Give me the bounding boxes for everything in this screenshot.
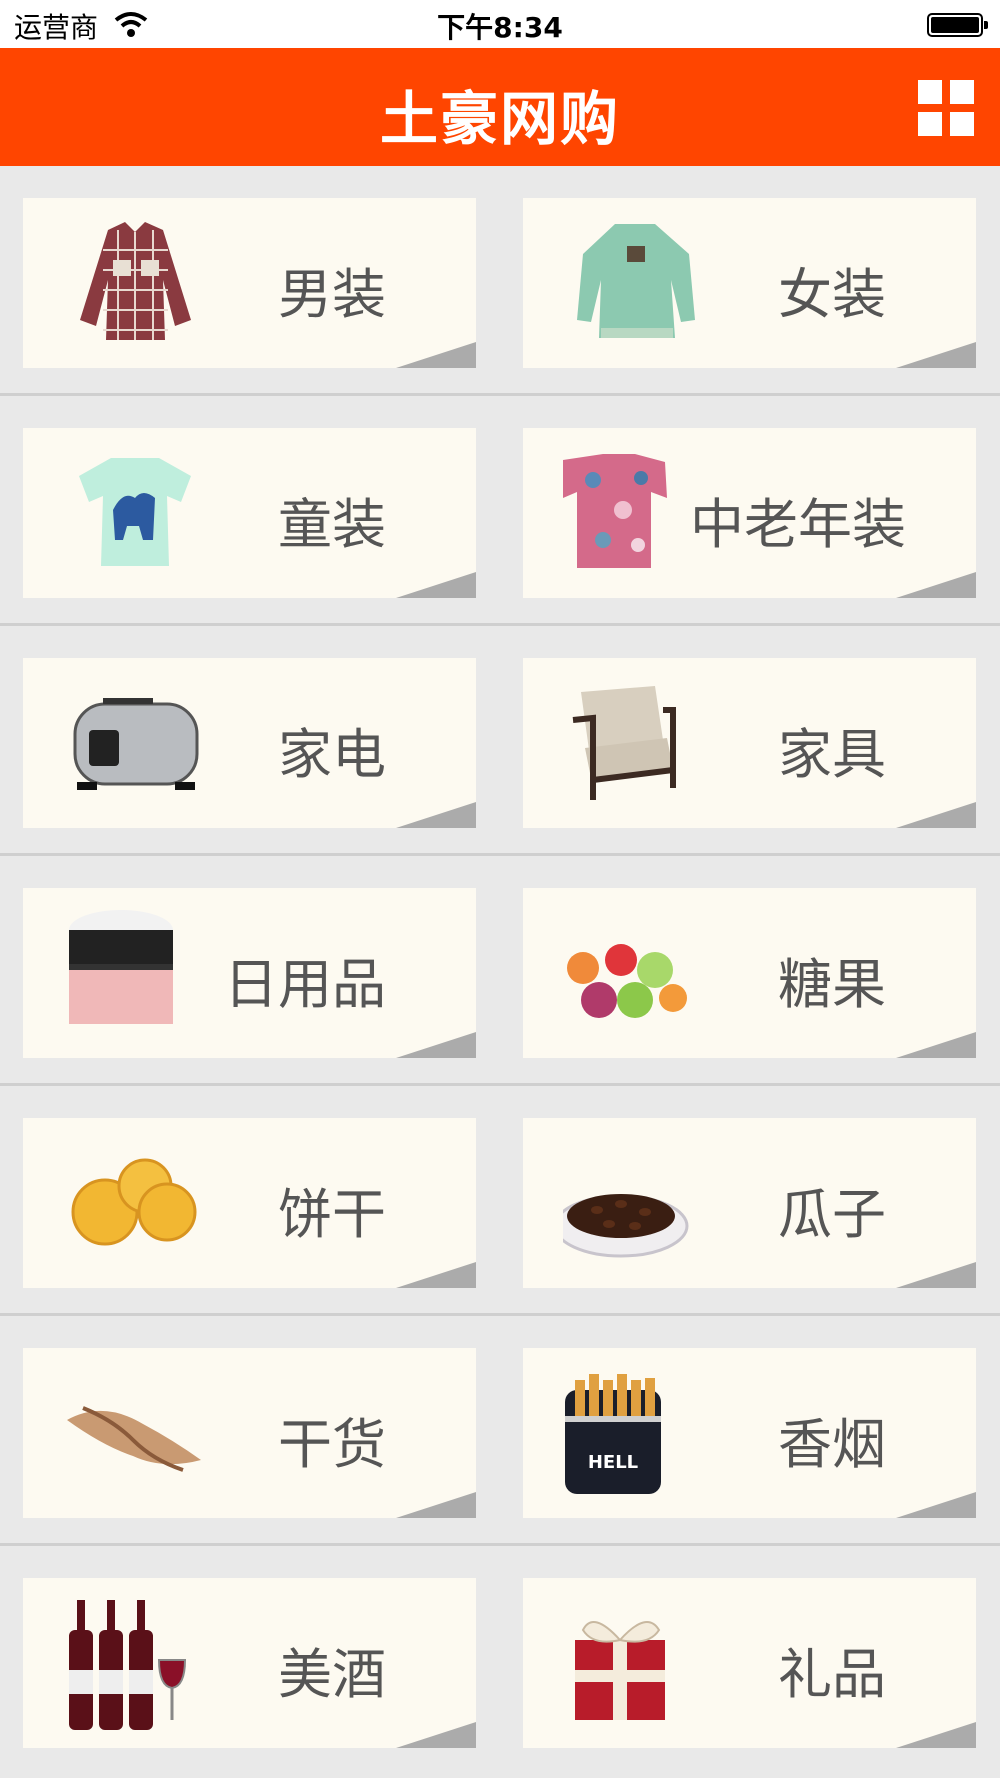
page-curl	[896, 802, 976, 828]
gummy-candy-icon	[567, 944, 687, 1018]
page-curl	[896, 1032, 976, 1058]
page-curl	[396, 342, 476, 368]
armchair-icon	[572, 686, 676, 800]
page-curl	[896, 1492, 976, 1518]
page-curl	[896, 572, 976, 598]
page-curl	[896, 1722, 976, 1748]
category-label: 礼品	[778, 1643, 886, 1706]
category-label: 饼干	[278, 1183, 386, 1246]
dried-fish-icon	[67, 1406, 201, 1472]
category-label: 糖果	[778, 953, 886, 1016]
womens-top-icon	[577, 224, 695, 338]
category-card-seeds[interactable]: 瓜子	[523, 1118, 976, 1288]
category-label: 瓜子	[778, 1183, 886, 1246]
cigarette-pack-icon: HELL	[565, 1374, 661, 1494]
category-row: 男装 女装	[0, 166, 1000, 396]
page-curl	[396, 572, 476, 598]
category-label: 中老年装	[690, 493, 906, 556]
category-card-cigarettes[interactable]: HELL 香烟	[523, 1348, 976, 1518]
category-card-appliances[interactable]: 家电	[23, 658, 476, 828]
page-curl	[396, 1492, 476, 1518]
category-card-kids-clothing[interactable]: 童装	[23, 428, 476, 598]
status-time: 下午8:34	[437, 11, 563, 44]
kids-tshirt-icon	[79, 458, 191, 566]
toaster-icon	[73, 698, 199, 790]
category-label: 干货	[278, 1413, 386, 1476]
status-bar: 运营商 下午8:34	[0, 0, 1000, 48]
category-card-womens-clothing[interactable]: 女装	[523, 198, 976, 368]
category-card-mens-clothing[interactable]: 男装	[23, 198, 476, 368]
shirt-icon	[80, 222, 191, 340]
page-curl	[396, 802, 476, 828]
svg-text:HELL: HELL	[588, 1452, 638, 1473]
gift-box-icon	[575, 1621, 665, 1720]
category-label: 日用品	[224, 953, 386, 1016]
category-card-daily-goods[interactable]: 日用品	[23, 888, 476, 1058]
floral-blouse-icon	[563, 454, 667, 568]
category-row: 童装 中老年装	[0, 396, 1000, 626]
wine-bottles-icon	[69, 1600, 187, 1730]
page-curl	[396, 1032, 476, 1058]
page-curl	[396, 1262, 476, 1288]
category-row: 美酒 礼品	[0, 1546, 1000, 1776]
page-curl	[896, 1262, 976, 1288]
app-header: 土豪网购	[0, 48, 1000, 166]
category-label: 家电	[278, 723, 386, 786]
category-card-elderly-clothing[interactable]: 中老年装	[523, 428, 976, 598]
seeds-plate-icon	[563, 1194, 689, 1258]
category-label: 家具	[778, 723, 886, 786]
category-row: 干货 HELL 香烟	[0, 1316, 1000, 1546]
category-card-gifts[interactable]: 礼品	[523, 1578, 976, 1748]
battery-icon	[927, 13, 988, 37]
category-label: 香烟	[778, 1413, 886, 1476]
category-card-biscuits[interactable]: 饼干	[23, 1118, 476, 1288]
category-row: 饼干 瓜子	[0, 1086, 1000, 1316]
category-card-dried-goods[interactable]: 干货	[23, 1348, 476, 1518]
page-curl	[896, 342, 976, 368]
biscuit-icon	[71, 1158, 197, 1246]
grid-menu-button[interactable]	[918, 80, 974, 136]
category-label: 童装	[278, 493, 386, 556]
category-card-candy[interactable]: 糖果	[523, 888, 976, 1058]
cosmetic-jar-icon	[69, 910, 173, 1024]
category-row: 日用品 糖果	[0, 856, 1000, 1086]
page-title: 土豪网购	[379, 85, 620, 153]
category-label: 男装	[278, 263, 386, 326]
category-label: 女装	[778, 263, 886, 326]
grid-icon	[918, 80, 942, 104]
page-curl	[396, 1722, 476, 1748]
category-card-furniture[interactable]: 家具	[523, 658, 976, 828]
category-row: 家电 家具	[0, 626, 1000, 856]
category-card-wine[interactable]: 美酒	[23, 1578, 476, 1748]
category-label: 美酒	[278, 1643, 386, 1706]
